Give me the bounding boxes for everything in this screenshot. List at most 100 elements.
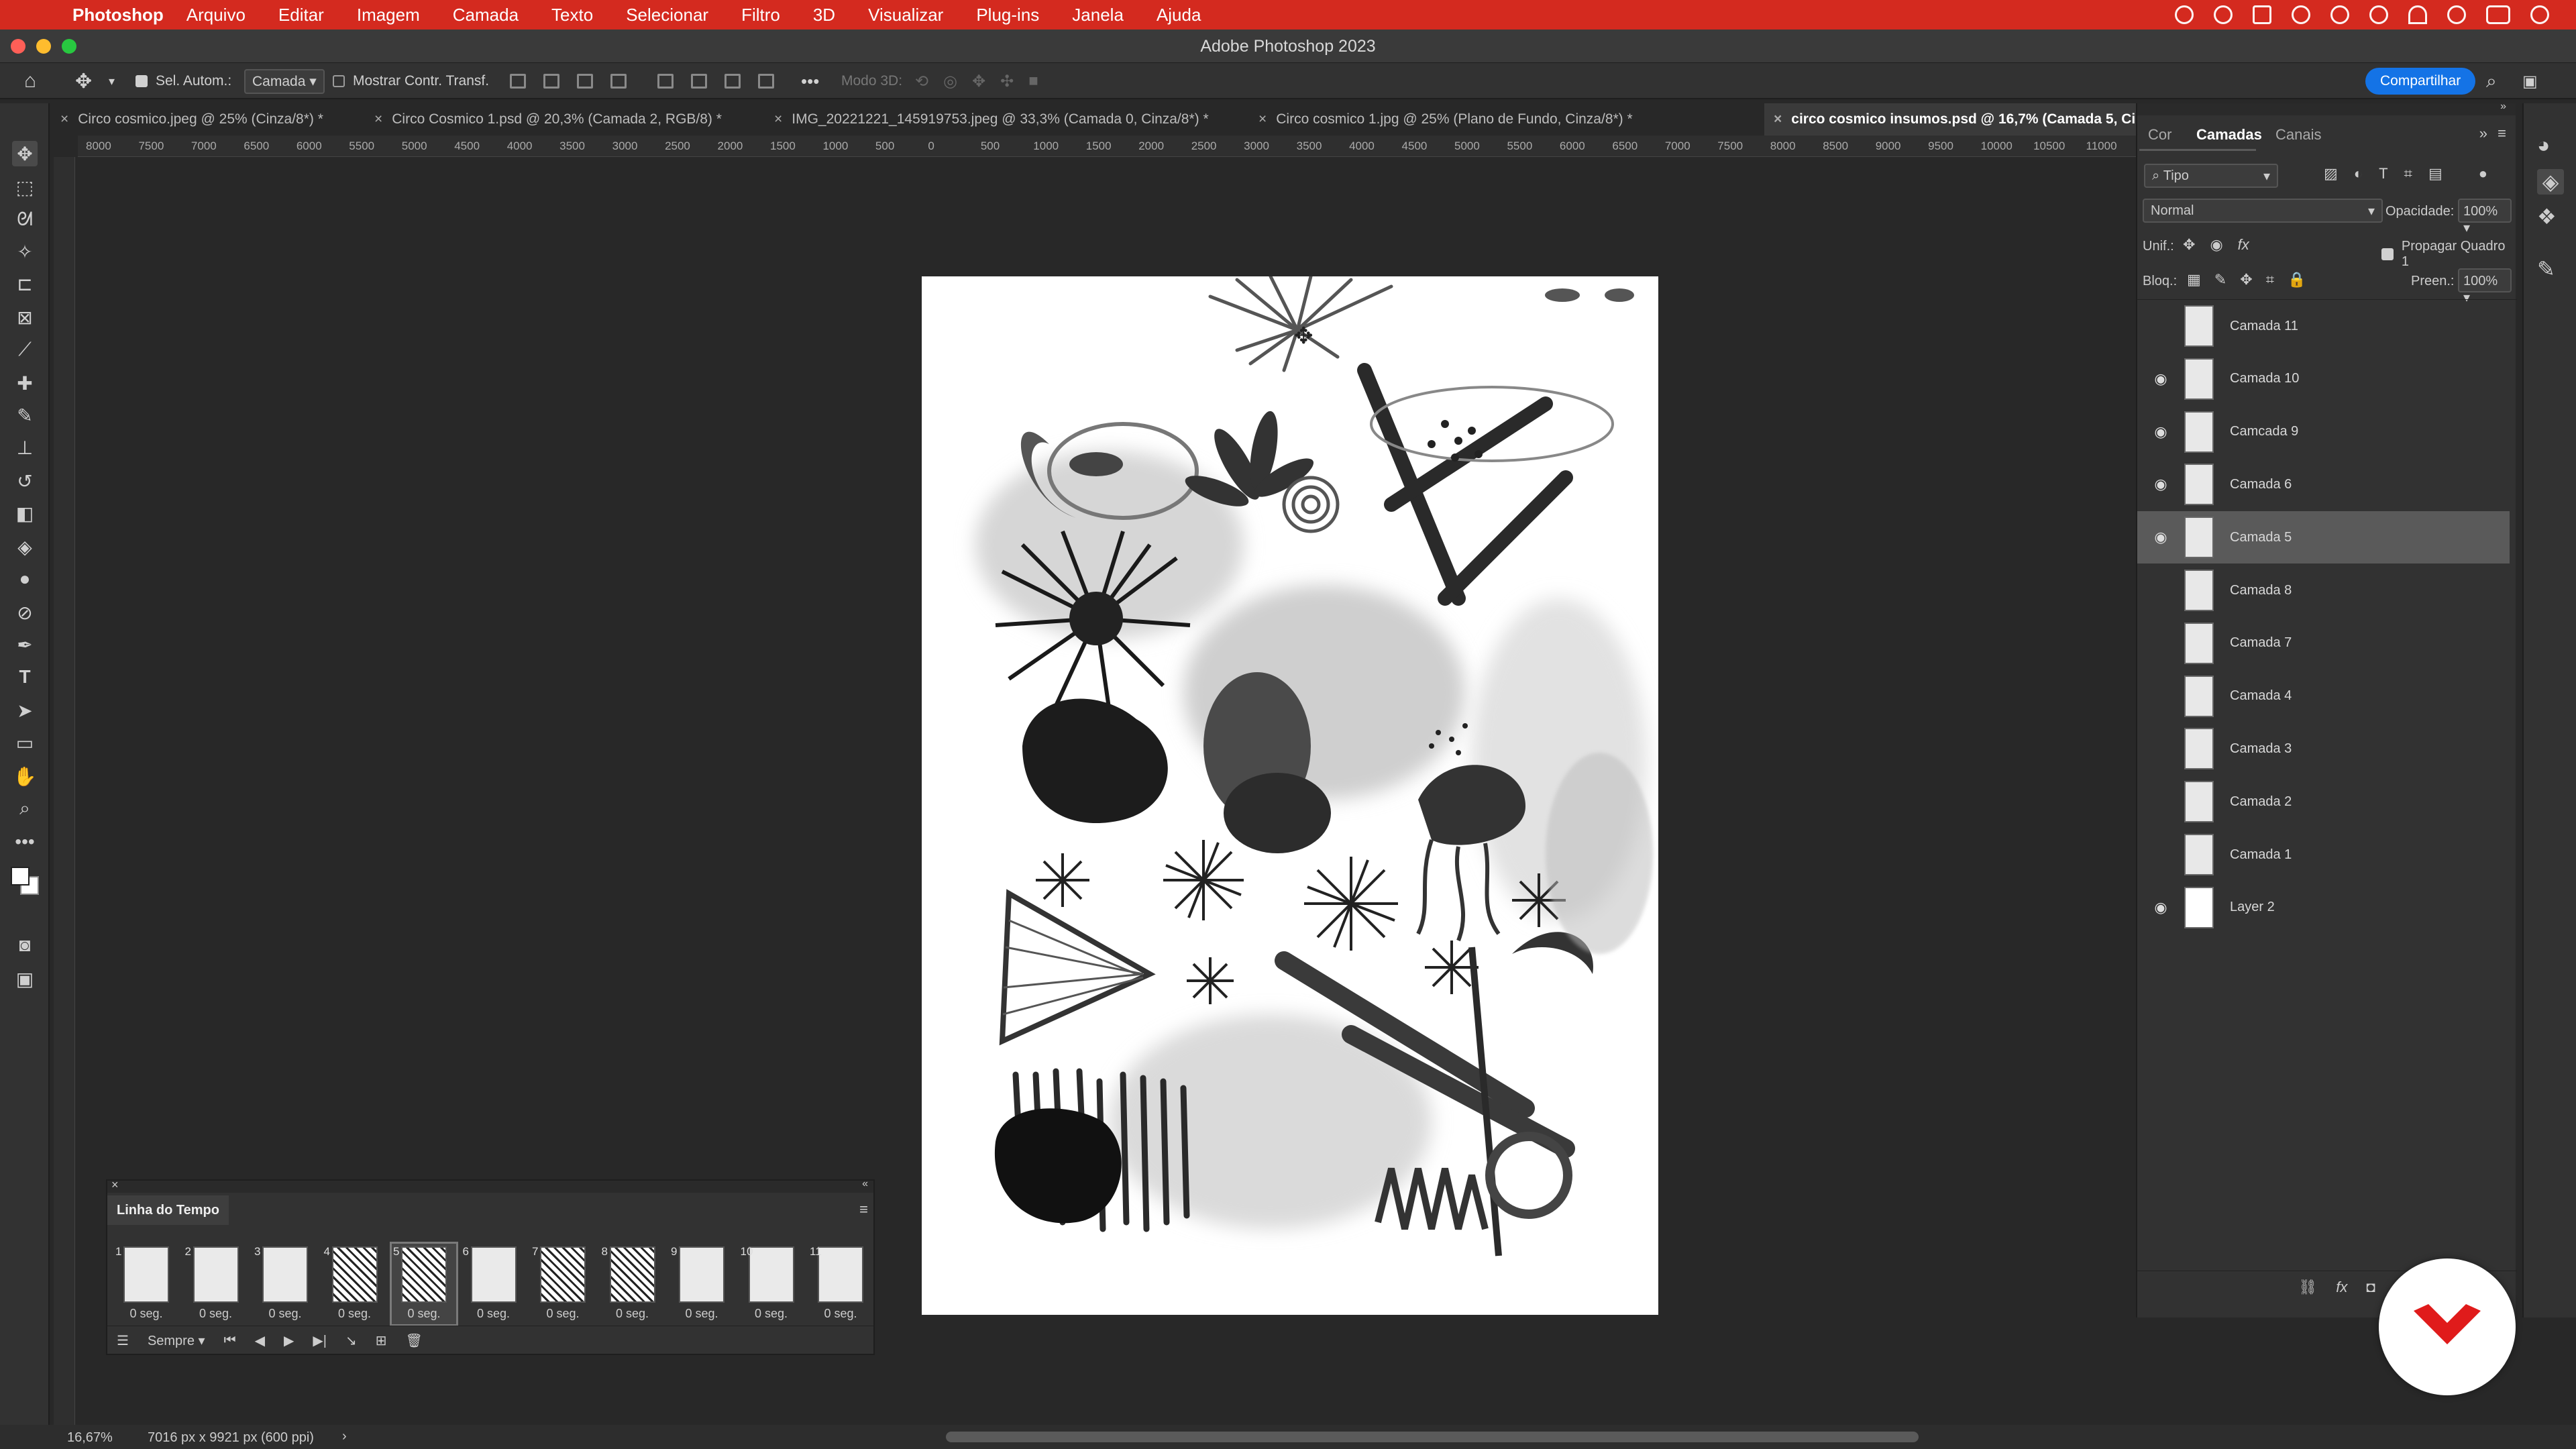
unify-visibility-icon[interactable]: ◉: [2210, 236, 2222, 254]
search-icon[interactable]: ⌕: [2486, 63, 2497, 99]
lock-pixels-icon[interactable]: ✎: [2214, 271, 2226, 288]
layer-filter-dropdown[interactable]: ⌕ Tipo ▾: [2144, 164, 2278, 188]
clone-stamp-tool-icon[interactable]: ⊥: [12, 435, 38, 460]
timeline-frame[interactable]: 2 0 seg.: [184, 1244, 248, 1324]
menu-app-name[interactable]: Photoshop: [72, 5, 164, 25]
timeline-frame[interactable]: 8 0 seg.: [600, 1244, 665, 1324]
rectangle-tool-icon[interactable]: ▭: [12, 730, 38, 755]
layer-row[interactable]: Camada 2: [2137, 775, 2510, 828]
timeline-frame[interactable]: 3 0 seg.: [253, 1244, 317, 1324]
brush-settings-icon[interactable]: ✎: [2537, 256, 2555, 282]
timeline-frame[interactable]: 5 0 seg.: [390, 1242, 458, 1326]
align-center-icon[interactable]: [543, 74, 559, 89]
layer-row[interactable]: ◉ Layer 2: [2137, 881, 2510, 934]
visibility-eye-icon[interactable]: ◉: [2137, 370, 2184, 388]
frame-duration-dropdown[interactable]: 0 seg.: [531, 1307, 595, 1321]
brush-tool-icon[interactable]: ✎: [12, 402, 38, 428]
blend-mode-dropdown[interactable]: Normal ▾: [2143, 199, 2383, 223]
zoom-tool-icon[interactable]: ⌕: [12, 796, 38, 821]
airdrop-icon[interactable]: [2369, 5, 2388, 24]
auto-select-dropdown[interactable]: Camada ▾: [244, 63, 325, 99]
align-top-icon[interactable]: [657, 74, 674, 89]
tab-cor[interactable]: Cor: [2148, 126, 2171, 144]
eyedropper-tool-icon[interactable]: ⟋: [12, 337, 38, 362]
visibility-eye-icon[interactable]: ◉: [2137, 423, 2184, 441]
menu-editar[interactable]: Editar: [278, 5, 324, 25]
move-tool-icon[interactable]: ✥: [12, 141, 38, 166]
visibility-eye-icon[interactable]: ◉: [2137, 476, 2184, 493]
menu-selecionar[interactable]: Selecionar: [626, 5, 708, 25]
menu-visualizar[interactable]: Visualizar: [868, 5, 943, 25]
unify-position-icon[interactable]: ✥: [2183, 236, 2195, 254]
layer-row[interactable]: ◉ Camcada 9: [2137, 406, 2510, 458]
document-canvas[interactable]: ✥: [922, 276, 1658, 1315]
blur-tool-icon[interactable]: ●: [12, 566, 38, 592]
frame-duration-dropdown[interactable]: 0 seg.: [114, 1307, 178, 1321]
close-panel-icon[interactable]: ×: [111, 1178, 119, 1192]
lock-transparency-icon[interactable]: ▦: [2187, 271, 2201, 288]
filter-smart-object-icon[interactable]: ▤: [2428, 165, 2443, 182]
fill-input[interactable]: 100% ▾: [2458, 268, 2512, 305]
hand-tool-icon[interactable]: ✋: [12, 763, 38, 789]
visibility-eye-icon[interactable]: ◉: [2137, 529, 2184, 546]
previous-frame-icon[interactable]: ◀: [255, 1332, 265, 1349]
filter-toggle-icon[interactable]: ●: [2479, 165, 2487, 182]
info-chevron-icon[interactable]: ›: [342, 1429, 347, 1444]
align-left-icon[interactable]: [510, 74, 526, 89]
convert-timeline-icon[interactable]: ☰: [117, 1332, 129, 1349]
timeline-frame[interactable]: 10 0 seg.: [739, 1244, 804, 1324]
more-options-icon[interactable]: •••: [801, 63, 819, 99]
timeline-frame[interactable]: 6 0 seg.: [462, 1244, 526, 1324]
menu-camada[interactable]: Camada: [453, 5, 519, 25]
filter-adjustment-icon[interactable]: ◐: [2354, 165, 2363, 182]
home-icon[interactable]: ⌂: [24, 63, 36, 99]
foreground-color-icon[interactable]: [11, 867, 30, 885]
dodge-tool-icon[interactable]: ⊘: [12, 600, 38, 625]
camera-3d-icon[interactable]: ■: [1028, 72, 1038, 91]
layer-row[interactable]: Camada 7: [2137, 617, 2510, 669]
distribute-vertical-icon[interactable]: [758, 74, 774, 89]
tab-img-jpeg[interactable]: × IMG_20221221_145919753.jpeg @ 33,3% (Ca…: [774, 103, 1258, 136]
frame-duration-dropdown[interactable]: 0 seg.: [392, 1307, 456, 1321]
layer-style-icon[interactable]: fx: [2336, 1279, 2347, 1296]
timeline-title[interactable]: Linha do Tempo: [107, 1195, 229, 1225]
frame-duration-dropdown[interactable]: 0 seg.: [323, 1307, 387, 1321]
frame-duration-dropdown[interactable]: 0 seg.: [739, 1307, 804, 1321]
visibility-eye-icon[interactable]: ◉: [2137, 899, 2184, 916]
close-tab-icon[interactable]: ×: [60, 111, 68, 127]
frame-duration-dropdown[interactable]: 0 seg.: [184, 1307, 248, 1321]
screen-mode-icon[interactable]: ▣: [12, 966, 38, 991]
frame-duration-dropdown[interactable]: 0 seg.: [808, 1307, 873, 1321]
filter-shape-icon[interactable]: ⌗: [2404, 165, 2412, 182]
tab-circo-cosmico-1-psd[interactable]: × Circo Cosmico 1.psd @ 20,3% (Camada 2, …: [374, 103, 774, 136]
tween-icon[interactable]: ↘: [345, 1332, 357, 1349]
layer-row[interactable]: Camada 1: [2137, 828, 2510, 881]
color-panel-icon[interactable]: ◕: [2537, 133, 2550, 158]
channels-panel-icon[interactable]: ❖: [2537, 204, 2557, 229]
pan-3d-icon[interactable]: ✥: [972, 72, 985, 91]
filter-pixel-icon[interactable]: ▨: [2324, 165, 2338, 182]
acrobat-icon[interactable]: [2253, 5, 2271, 24]
add-mask-icon[interactable]: ◘: [2366, 1279, 2375, 1296]
unify-style-icon[interactable]: fx: [2238, 236, 2249, 254]
timeline-frame[interactable]: 1 0 seg.: [114, 1244, 178, 1324]
horizontal-scrollbar[interactable]: [946, 1432, 1919, 1442]
menu-ajuda[interactable]: Ajuda: [1157, 5, 1201, 25]
first-frame-icon[interactable]: ⏮: [224, 1333, 236, 1348]
panel-menu-icon[interactable]: ≡: [2498, 125, 2506, 142]
path-selection-tool-icon[interactable]: ➤: [12, 698, 38, 723]
wifi-icon[interactable]: [2408, 5, 2427, 24]
layer-row[interactable]: ◉ Camada 10: [2137, 353, 2510, 405]
menu-arquivo[interactable]: Arquivo: [186, 5, 246, 25]
close-tab-icon[interactable]: ×: [1774, 111, 1782, 127]
menu-texto[interactable]: Texto: [551, 5, 593, 25]
app-icon[interactable]: [2330, 5, 2349, 24]
tab-circo-cosmico-insumos[interactable]: × circo cosmico insumos.psd @ 16,7% (Cama…: [1764, 103, 2194, 136]
lasso-tool-icon[interactable]: ᘛ: [12, 207, 38, 232]
tab-circo-cosmico-1-jpg[interactable]: × Circo cosmico 1.jpg @ 25% (Plano de Fun…: [1258, 103, 1763, 136]
menu-imagem[interactable]: Imagem: [357, 5, 420, 25]
lock-position-icon[interactable]: ✥: [2240, 271, 2252, 288]
eraser-tool-icon[interactable]: ◧: [12, 500, 38, 526]
duplicate-frame-icon[interactable]: ⊞: [376, 1332, 387, 1349]
layers-panel-icon[interactable]: ◈: [2537, 169, 2564, 195]
